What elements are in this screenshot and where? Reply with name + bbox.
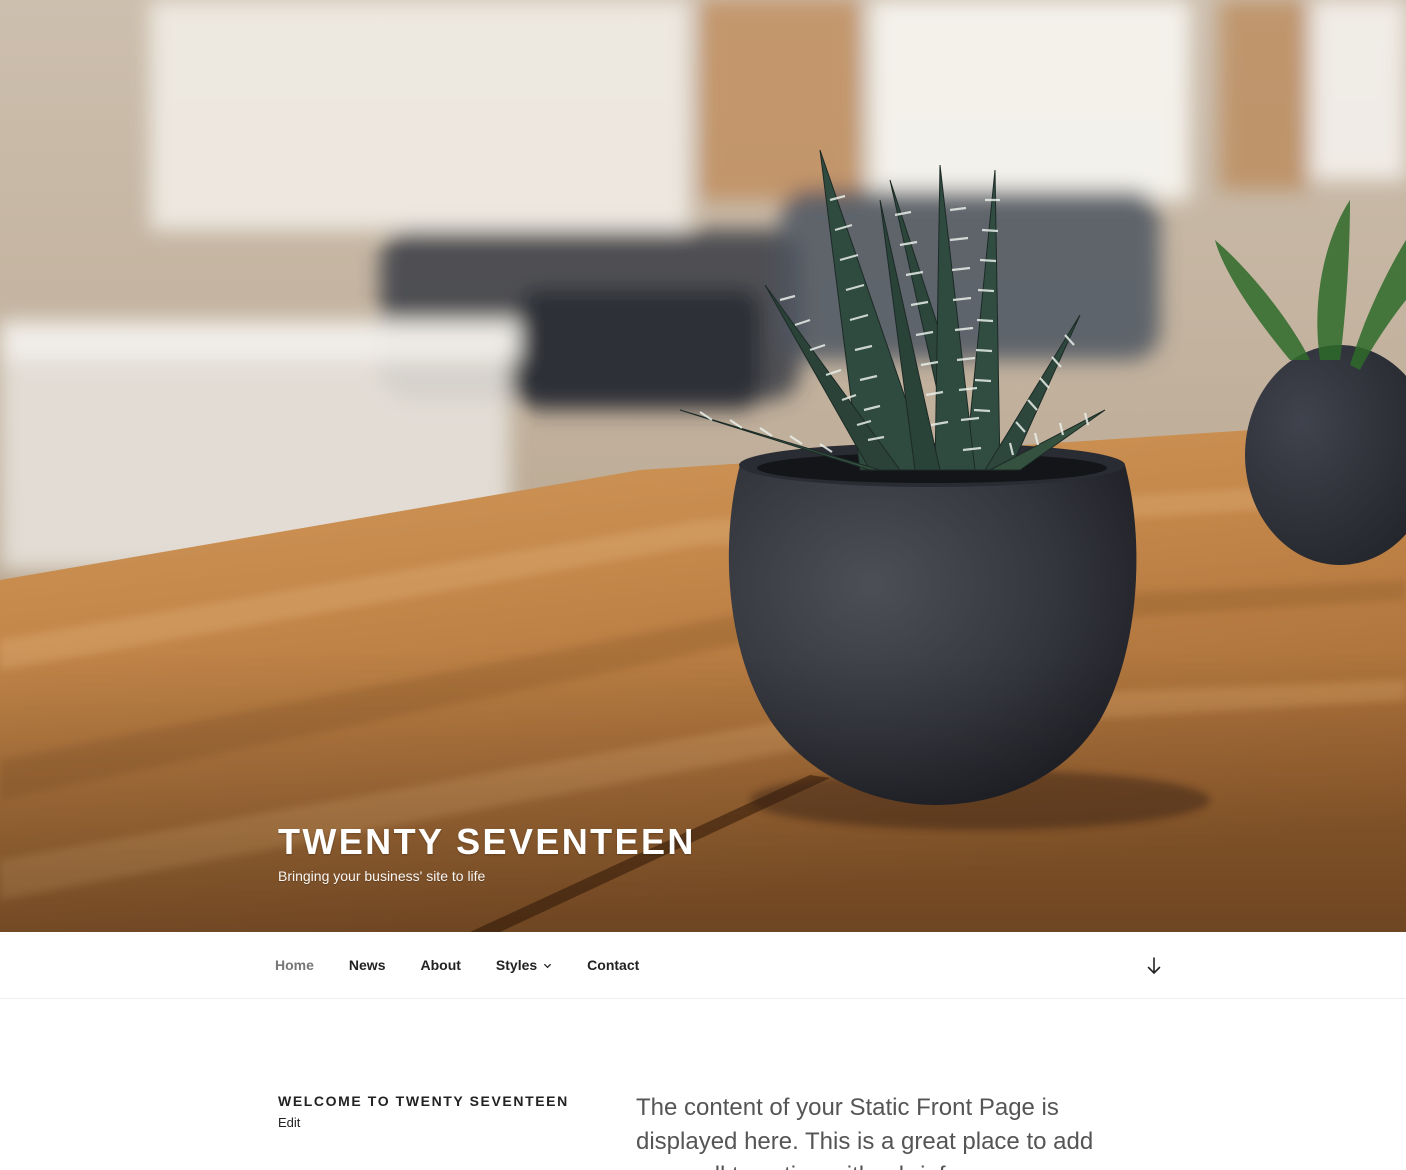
nav-item-label: News (348, 957, 386, 973)
site-description: Bringing your business' site to life (278, 868, 486, 884)
nav-item-contact[interactable]: Contact (587, 957, 639, 973)
entry-content: The content of your Static Front Page is… (636, 1094, 1094, 1170)
entry-header: WELCOME TO TWENTY SEVENTEEN Edit (278, 1092, 598, 1132)
nav-item-label: Home (275, 957, 314, 973)
page-content: WELCOME TO TWENTY SEVENTEEN Edit The con… (0, 999, 1406, 1170)
nav-menu: Home News About Styles Contact (275, 932, 674, 998)
header-photo-plant-on-table (0, 0, 1406, 932)
nav-item-about[interactable]: About (420, 957, 460, 973)
nav-item-home[interactable]: Home (275, 957, 314, 973)
site-branding: TWENTY SEVENTEEN Bringing your business'… (278, 822, 696, 886)
site-title[interactable]: TWENTY SEVENTEEN (278, 822, 696, 862)
main-navigation: Home News About Styles Contact (0, 932, 1406, 999)
custom-header: TWENTY SEVENTEEN Bringing your business'… (0, 0, 1406, 932)
nav-item-label: Styles (495, 957, 538, 973)
nav-item-news[interactable]: News (349, 957, 386, 973)
arrow-down-icon[interactable] (1144, 956, 1164, 976)
nav-item-styles[interactable]: Styles (496, 957, 552, 973)
nav-item-label: Contact (587, 957, 640, 973)
chevron-down-icon[interactable] (543, 961, 552, 970)
edit-link[interactable]: Edit (278, 1115, 300, 1130)
nav-item-label: About (420, 957, 461, 973)
page-title: WELCOME TO TWENTY SEVENTEEN (278, 1093, 569, 1109)
